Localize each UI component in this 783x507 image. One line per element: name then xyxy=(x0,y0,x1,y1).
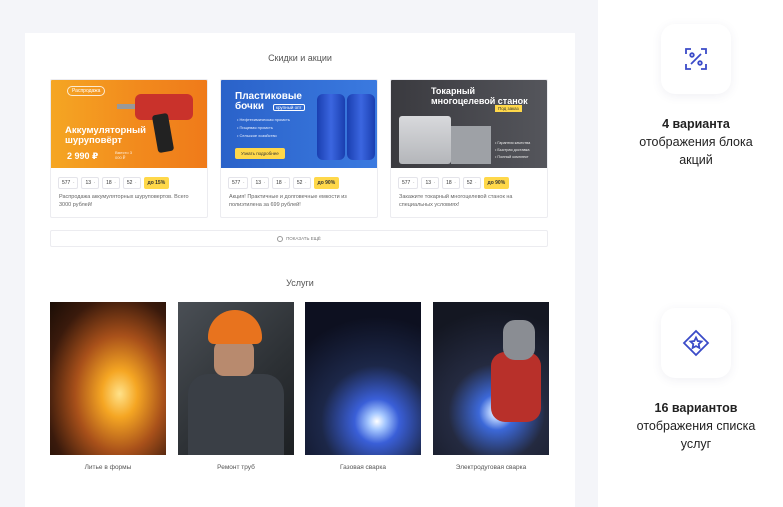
stat-counter: 52 ◔ xyxy=(292,177,311,189)
stat-counter: 18 ◔ xyxy=(102,177,120,189)
discount-badge: до 15% xyxy=(143,177,170,189)
welding-mask-shape xyxy=(503,320,535,360)
feature-count: 4 варианта xyxy=(662,117,730,131)
sale-badge: Распродажа xyxy=(67,86,106,96)
promotions-title: Скидки и акции xyxy=(268,53,332,63)
banner-title: Аккумуляторный шуруповёрт xyxy=(65,125,146,146)
show-more-label: ПОКАЗАТЬ ЕЩЁ xyxy=(286,236,321,241)
stat-counter: 13 ◔ xyxy=(81,177,100,189)
promo-stats: 577 ◔ 13 ◔ 18 ◔ 52 ◔ до 90% xyxy=(398,177,510,189)
banner-note: Вместо 3 000 ₽ xyxy=(115,150,132,160)
percent-badge-icon xyxy=(661,24,731,94)
views-counter: 577 ◔ xyxy=(228,177,249,189)
stat-counter: 13 ◔ xyxy=(421,177,440,189)
views-counter: 577 ◔ xyxy=(58,177,79,189)
service-card-pipe-repair[interactable]: Ремонт труб xyxy=(178,302,294,471)
welder-suit-shape xyxy=(491,352,541,422)
show-more-button[interactable]: ПОКАЗАТЬ ЕЩЁ xyxy=(50,230,548,247)
promo-banner[interactable]: Токарный многоцелевой станок Под заказ •… xyxy=(391,80,547,168)
feature-services-text: 16 вариантов отображения списка услуг xyxy=(626,399,766,453)
lathe-machine-shape xyxy=(399,116,451,164)
promo-stats: 577 ◔ 13 ◔ 18 ◔ 52 ◔ до 15% xyxy=(58,177,170,189)
banner-title: Токарный многоцелевой станок xyxy=(431,86,528,106)
promo-description: Закажите токарный многоцелевой станок на… xyxy=(399,194,513,208)
promo-description: Распродажа аккумуляторных шуруповертов. … xyxy=(59,194,189,208)
banner-price: 2 990 ₽ xyxy=(67,151,99,161)
service-caption[interactable]: Электродуговая сварка xyxy=(433,464,549,471)
banner-list: • Нефтехимическая промсть • Пищевая пром… xyxy=(237,117,290,138)
promo-stats: 577 ◔ 13 ◔ 18 ◔ 52 ◔ до 90% xyxy=(228,177,340,189)
service-photo[interactable] xyxy=(305,302,421,455)
worker-body-shape xyxy=(188,374,284,455)
service-photo[interactable] xyxy=(178,302,294,455)
content-panel: Скидки и акции Распродажа Аккумуляторный… xyxy=(25,33,575,507)
promo-description: Акция! Практичные и долговечные емкости … xyxy=(229,194,347,208)
service-caption[interactable]: Газовая сварка xyxy=(305,464,421,471)
barrel-shape xyxy=(347,94,375,160)
banner-list: • Гарантия качества • Быстрая доставка •… xyxy=(495,141,531,159)
learn-more-button[interactable]: Узнать подробнее xyxy=(235,148,285,159)
promo-banner[interactable]: Распродажа Аккумуляторный шуруповёрт 2 9… xyxy=(51,80,207,168)
promo-card-barrels[interactable]: Пластиковые бочки крупный опт • Нефтехим… xyxy=(220,79,378,218)
service-card-gas-welding[interactable]: Газовая сварка xyxy=(305,302,421,471)
stat-counter: 18 ◔ xyxy=(442,177,460,189)
promo-card-drill[interactable]: Распродажа Аккумуляторный шуруповёрт 2 9… xyxy=(50,79,208,218)
stat-counter: 18 ◔ xyxy=(272,177,290,189)
star-diamond-icon xyxy=(661,308,731,378)
lathe-arm-shape xyxy=(451,126,491,164)
barrel-shape xyxy=(317,94,345,160)
service-card-arc-welding[interactable]: Электродуговая сварка xyxy=(433,302,549,471)
discount-badge: до 90% xyxy=(313,177,340,189)
stat-counter: 13 ◔ xyxy=(251,177,270,189)
promo-banner[interactable]: Пластиковые бочки крупный опт • Нефтехим… xyxy=(221,80,377,168)
refresh-icon xyxy=(277,235,284,242)
service-caption[interactable]: Ремонт труб xyxy=(178,464,294,471)
feature-description: отображения списка услуг xyxy=(636,419,756,451)
hard-hat-shape xyxy=(208,310,262,344)
promo-card-lathe[interactable]: Токарный многоцелевой станок Под заказ •… xyxy=(390,79,548,218)
views-counter: 577 ◔ xyxy=(398,177,419,189)
stat-counter: 52 ◔ xyxy=(462,177,481,189)
service-caption[interactable]: Литье в формы xyxy=(50,464,166,471)
banner-tag: крупный опт xyxy=(273,104,305,111)
feature-description: отображения блока акций xyxy=(639,135,753,167)
service-photo[interactable] xyxy=(50,302,166,455)
banner-tag: Под заказ xyxy=(495,105,522,112)
worker-face-shape xyxy=(214,340,254,376)
service-card-casting[interactable]: Литье в формы xyxy=(50,302,166,471)
service-photo[interactable] xyxy=(433,302,549,455)
feature-count: 16 вариантов xyxy=(654,401,738,415)
services-title: Услуги xyxy=(286,278,314,288)
discount-badge: до 90% xyxy=(483,177,510,189)
feature-promotions-text: 4 варианта отображения блока акций xyxy=(626,115,766,169)
stat-counter: 52 ◔ xyxy=(122,177,141,189)
